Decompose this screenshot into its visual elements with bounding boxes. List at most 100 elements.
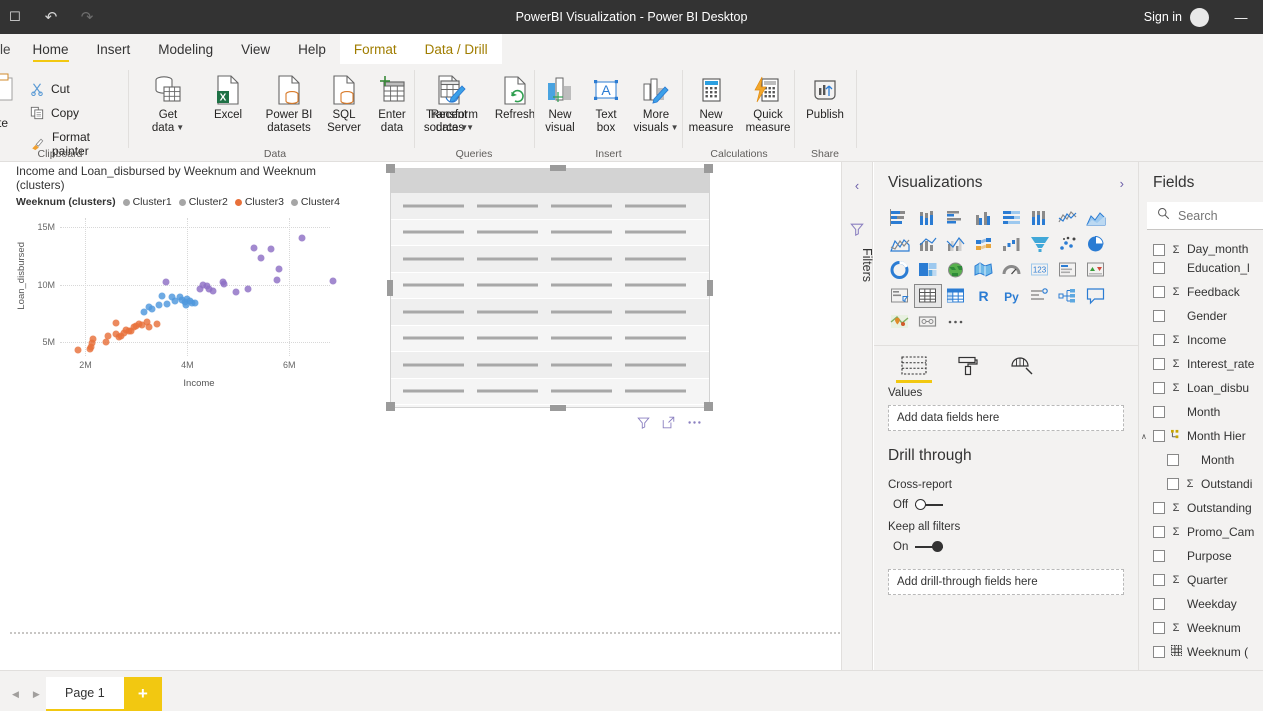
quick-measure-button[interactable]: Quick measure <box>740 74 796 135</box>
field-checkbox[interactable] <box>1167 478 1179 490</box>
scatter-point[interactable] <box>275 265 283 273</box>
scatter-point[interactable] <box>250 244 258 252</box>
get-data-button[interactable]: Get data ▼ <box>140 74 196 135</box>
tab-insert[interactable]: Insert <box>83 34 145 64</box>
field-checkbox[interactable] <box>1153 358 1165 370</box>
copy-button[interactable]: Copy <box>26 104 83 122</box>
values-dropzone[interactable]: Add data fields here <box>888 405 1124 431</box>
filter-icon[interactable] <box>850 222 864 241</box>
tab-home[interactable]: Home <box>19 34 83 64</box>
pie-chart-icon[interactable] <box>1082 232 1110 256</box>
format-tab[interactable] <box>950 356 986 383</box>
scatter-point[interactable] <box>232 288 240 296</box>
field-checkbox[interactable] <box>1153 550 1165 562</box>
legend-item-cluster3[interactable]: Cluster3 <box>234 196 284 208</box>
field-item[interactable]: Σ Outstanding <box>1139 496 1263 520</box>
scatter-point[interactable] <box>191 299 199 307</box>
field-item[interactable]: Weekday <box>1139 592 1263 616</box>
resize-handle-top-right[interactable] <box>704 164 713 173</box>
field-item[interactable]: Purpose <box>1139 544 1263 568</box>
map-icon[interactable] <box>942 258 970 282</box>
field-checkbox[interactable] <box>1153 262 1165 274</box>
field-item[interactable]: Month <box>1139 448 1263 472</box>
filter-icon[interactable] <box>637 416 650 429</box>
table-row[interactable] <box>391 219 709 246</box>
field-checkbox[interactable] <box>1153 286 1165 298</box>
resize-handle-middle-left[interactable] <box>387 280 393 296</box>
scatter-point[interactable] <box>162 278 170 286</box>
scatter-point[interactable] <box>155 301 163 309</box>
area-chart-icon[interactable] <box>1082 206 1110 230</box>
slicer-icon[interactable] <box>886 284 914 308</box>
field-checkbox[interactable] <box>1153 574 1165 586</box>
publish-button[interactable]: Publish <box>796 74 854 122</box>
scatter-point[interactable] <box>182 301 190 309</box>
focus-mode-icon[interactable] <box>662 416 675 429</box>
more-options-icon[interactable] <box>687 416 702 429</box>
add-page-button[interactable]: + <box>123 677 162 711</box>
table-icon[interactable] <box>914 284 942 308</box>
line-chart-icon[interactable] <box>1054 206 1082 230</box>
new-measure-button[interactable]: New measure <box>684 74 738 135</box>
field-item[interactable]: Σ Income <box>1139 328 1263 352</box>
scatter-point[interactable] <box>104 332 112 340</box>
tab-modeling[interactable]: Modeling <box>144 34 227 64</box>
line-stacked-column-chart-icon[interactable] <box>914 232 942 256</box>
table-row[interactable] <box>391 325 709 352</box>
resize-handle-top-center[interactable] <box>550 165 566 171</box>
more-visuals-button[interactable]: More visuals ▼ <box>628 74 684 135</box>
scatter-point[interactable] <box>145 323 153 331</box>
matrix-icon[interactable] <box>942 284 970 308</box>
transform-data-button[interactable]: Transform data ▼ <box>416 74 488 135</box>
tab-format[interactable]: Format <box>339 34 411 64</box>
more-options-icon[interactable] <box>942 310 970 334</box>
chevron-left-icon[interactable]: ◀ <box>12 689 19 700</box>
scatter-point[interactable] <box>158 292 166 300</box>
clustered-column-chart-icon[interactable] <box>970 206 998 230</box>
field-item[interactable]: Σ Loan_disbu <box>1139 376 1263 400</box>
gauge-icon[interactable] <box>998 258 1026 282</box>
chevron-left-icon[interactable]: ‹ <box>855 178 859 193</box>
scatter-point[interactable] <box>145 303 153 311</box>
filters-pane-collapsed[interactable]: ‹ Filters <box>841 162 874 670</box>
field-item[interactable]: Σ Interest_rate <box>1139 352 1263 376</box>
keep-all-filters-toggle[interactable] <box>915 541 944 553</box>
tab-view[interactable]: View <box>227 34 284 64</box>
table-row[interactable] <box>391 352 709 379</box>
resize-handle-bottom-left[interactable] <box>386 402 395 411</box>
stacked-bar-chart-icon[interactable] <box>886 206 914 230</box>
card-icon[interactable]: 123 <box>1026 258 1054 282</box>
field-item[interactable]: Σ Outstandi <box>1139 472 1263 496</box>
chevron-right-icon[interactable]: › <box>1120 176 1124 191</box>
sign-in-button[interactable]: Sign in <box>1136 10 1190 24</box>
plot-area[interactable]: 5M 10M 15M 2M 4M 6M <box>37 218 337 370</box>
scatter-point[interactable] <box>298 234 306 242</box>
field-checkbox[interactable] <box>1153 502 1165 514</box>
fields-tab[interactable] <box>896 356 932 383</box>
scatter-point[interactable] <box>89 335 97 343</box>
cross-report-toggle[interactable] <box>915 499 944 511</box>
python-visual-icon[interactable]: Py <box>998 284 1026 308</box>
field-checkbox[interactable] <box>1153 622 1165 634</box>
waterfall-chart-icon[interactable] <box>998 232 1026 256</box>
enter-data-button[interactable]: Enter data <box>368 74 416 135</box>
excel-button[interactable]: X Excel <box>202 74 254 122</box>
powerbi-datasets-button[interactable]: Power BI datasets <box>258 74 320 135</box>
undo-icon[interactable]: ↶ <box>40 6 62 28</box>
refresh-button[interactable]: Refresh <box>490 74 540 122</box>
field-item[interactable]: Month <box>1139 400 1263 424</box>
minimize-button[interactable]: — <box>1219 0 1263 34</box>
key-influencers-icon[interactable] <box>1026 284 1054 308</box>
field-item[interactable]: Σ Feedback <box>1139 280 1263 304</box>
scatter-point[interactable] <box>112 319 120 327</box>
resize-handle-middle-right[interactable] <box>707 280 713 296</box>
fields-search-box[interactable] <box>1147 202 1263 230</box>
table-visual[interactable] <box>390 168 710 408</box>
scatter-point[interactable] <box>257 254 265 262</box>
paginated-report-icon[interactable] <box>914 310 942 334</box>
chevron-up-icon[interactable]: ∧ <box>1141 432 1147 441</box>
filled-map-icon[interactable] <box>970 258 998 282</box>
report-page-surface[interactable]: Income and Loan_disbursed by Weeknum and… <box>10 162 840 634</box>
scatter-point[interactable] <box>74 346 82 354</box>
field-item[interactable]: Σ Quarter <box>1139 568 1263 592</box>
